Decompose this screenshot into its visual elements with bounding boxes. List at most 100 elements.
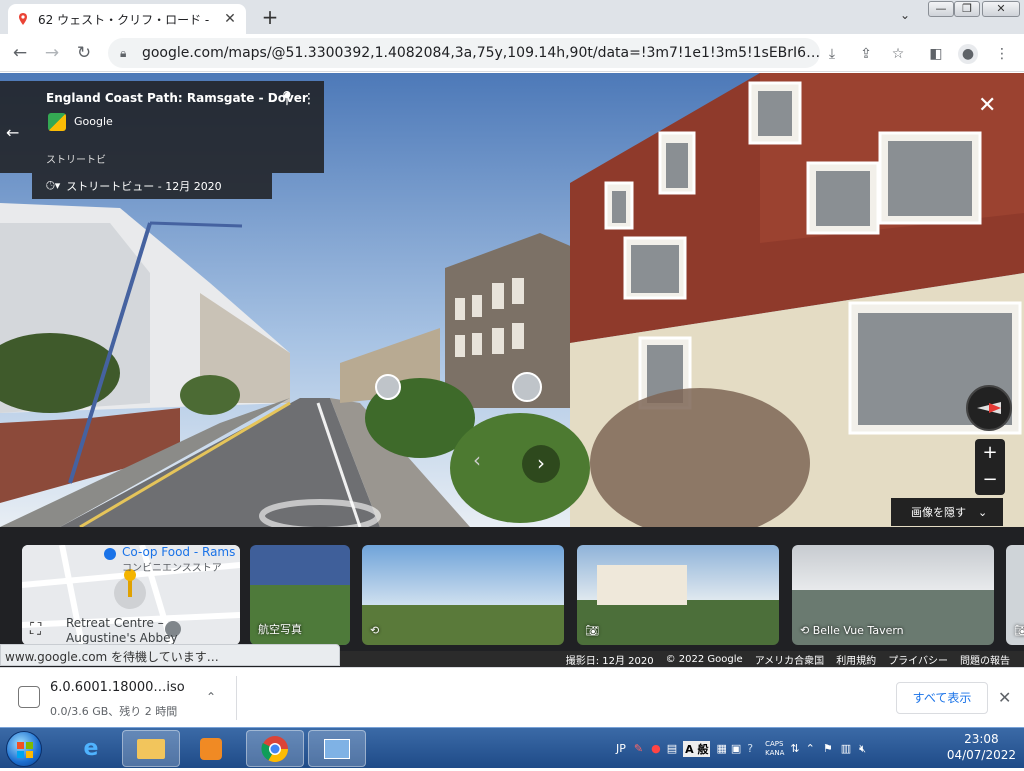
chevron-down-icon: ⌄ (978, 505, 988, 519)
tab-strip: 62 ウェスト・クリフ・ロード - ✕ + ⌄ — ❐ ✕ (0, 0, 1024, 34)
forward-arrow-icon[interactable]: → (40, 41, 64, 65)
photo-thumbnail-belle-vue[interactable]: ⟲ Belle Vue Tavern (792, 545, 994, 645)
google-logo-icon (48, 113, 66, 131)
close-streetview-icon[interactable]: ✕ (978, 93, 996, 118)
action-center-flag-icon[interactable]: ⚑ (823, 742, 833, 755)
chevron-up-icon[interactable]: ⌃ (206, 690, 216, 704)
network-icon[interactable]: ▥ (841, 742, 851, 755)
camera-icon: 📷︎ (1014, 624, 1024, 637)
map-place-coop: Co-op Food - Rams (122, 545, 236, 559)
provider-label: Google (74, 115, 113, 128)
download-filename[interactable]: 6.0.6001.18000…iso (50, 680, 185, 695)
hide-images-label: 画像を隠す (911, 506, 966, 519)
status-bubble: www.google.com を待機しています… (0, 644, 340, 666)
show-all-button[interactable]: すべて表示 (896, 682, 988, 714)
internet-explorer-icon[interactable]: e (62, 730, 120, 767)
ime-dictionary-icon[interactable]: ▦ (716, 742, 726, 755)
divider (236, 676, 237, 720)
footer-terms-link[interactable]: 利用規約 (836, 652, 876, 667)
photo-thumbnail-next[interactable]: 📷︎ (1006, 545, 1024, 645)
install-icon[interactable]: ⤓ (822, 44, 842, 64)
history-clock-icon: 🕒︎▾ (46, 179, 61, 192)
belle-vue-caption: ⟲ Belle Vue Tavern (800, 624, 904, 637)
ime-pad-icon[interactable]: ● (651, 742, 661, 755)
caps-label: CAPS (765, 739, 784, 748)
footer-country[interactable]: アメリカ合衆国 (755, 652, 825, 667)
keyboard-options-icon[interactable]: ⇅ (790, 742, 799, 755)
aerial-thumbnail[interactable]: 航空写真 (250, 545, 350, 645)
camera-icon: 📷︎ (585, 624, 599, 637)
lock-icon: 🔒︎ (120, 45, 127, 60)
timeline-selector[interactable]: 🕒︎▾ ストリートビュー - 12月 2020 (32, 173, 272, 199)
photo-thumbnail-1[interactable]: ⟲ (362, 545, 564, 645)
map-place-abbey: Augustine's Abbey (66, 631, 178, 645)
tab-active[interactable]: 62 ウェスト・クリフ・ロード - ✕ (8, 4, 246, 34)
window-close-button[interactable]: ✕ (982, 1, 1020, 17)
new-tab-button[interactable]: + (258, 6, 282, 30)
maps-viewport: ‹ › ← England Coast Path: Ramsgate - Dov… (0, 73, 1024, 667)
start-button[interactable] (6, 731, 42, 767)
tab-title: 62 ウェスト・クリフ・ロード - (38, 12, 210, 27)
profile-avatar-icon[interactable]: ● (958, 44, 978, 64)
map-place-coop-type: コンビニエンスストア (122, 563, 222, 574)
map-pin-icon[interactable]: 📍︎ (278, 91, 296, 107)
side-panel-icon[interactable]: ◧ (926, 44, 946, 64)
zoom-out-button[interactable]: − (975, 467, 1005, 495)
menu-kebab-icon[interactable]: ⋮ (992, 44, 1012, 64)
ime-tool-icon[interactable]: ▤ (667, 742, 677, 755)
streetview-label: ストリートビ (46, 155, 106, 166)
share-icon[interactable]: ⇪ (856, 44, 876, 64)
address-bar[interactable]: 🔒︎ google.com/maps/@51.3300392,1.4082084… (108, 38, 820, 68)
ime-box-icon[interactable]: ▣ (731, 742, 741, 755)
pano-next-arrow-icon[interactable]: › (522, 445, 560, 483)
bookmark-star-icon[interactable]: ☆ (888, 44, 908, 64)
url-text: google.com/maps/@51.3300392,1.4082084,3a… (141, 45, 820, 61)
ime-icon[interactable]: ✎ (634, 742, 643, 755)
compass-icon[interactable] (966, 385, 1012, 431)
tab-search-chevron-icon[interactable]: ⌄ (896, 8, 914, 26)
help-icon[interactable]: ? (747, 742, 753, 755)
maximize-button[interactable]: ❐ (954, 1, 980, 17)
close-icon[interactable]: ✕ (998, 688, 1011, 707)
reload-icon[interactable]: ↻ (72, 41, 96, 65)
tab-close-icon[interactable]: ✕ (222, 11, 238, 27)
chrome-logo-icon (261, 735, 289, 762)
system-clock[interactable]: 23:08 04/07/2022 (947, 731, 1016, 763)
show-hidden-icons-arrow[interactable]: ⌃ (806, 742, 815, 755)
browser-toolbar: ← → ↻ 🔒︎ google.com/maps/@51.3300392,1.4… (0, 34, 1024, 72)
aerial-caption: 航空写真 (258, 623, 302, 636)
windows-logo-icon (17, 742, 33, 758)
panorama-360-icon: ⟲ (800, 624, 813, 637)
back-arrow-icon[interactable]: ← (6, 123, 19, 142)
chrome-icon[interactable] (246, 730, 304, 767)
back-arrow-icon[interactable]: ← (8, 41, 32, 65)
more-options-icon[interactable]: ⋮ (302, 91, 316, 107)
compass-needle-icon (977, 402, 1001, 414)
place-info-panel: ← England Coast Path: Ramsgate - Dover 📍… (0, 81, 324, 173)
minimize-button[interactable]: — (928, 1, 954, 17)
caps-kana-indicator: CAPS KANA (765, 740, 784, 758)
map-thumbnail[interactable]: Co-op Food - Rams コンビニエンスストア Retreat Cen… (22, 545, 240, 645)
media-player-icon[interactable] (182, 730, 240, 767)
language-indicator[interactable]: JP (616, 742, 626, 755)
hide-images-button[interactable]: 画像を隠す ⌄ (891, 498, 1003, 526)
clock-time: 23:08 (964, 732, 999, 746)
map-place-retreat: Retreat Centre – (66, 616, 164, 630)
remote-desktop-icon[interactable] (308, 730, 366, 767)
volume-muted-icon[interactable]: 🔇︎ (859, 742, 866, 756)
belle-vue-label: Belle Vue Tavern (812, 624, 904, 637)
capture-date-label: ストリートビュー - 12月 2020 (66, 180, 222, 193)
footer-privacy-link[interactable]: プライバシー (888, 652, 948, 667)
ime-input-mode[interactable]: A 般 (683, 740, 711, 757)
pano-prev-arrow-icon[interactable]: ‹ (473, 448, 481, 472)
map-footer: 撮影日: 12月 2020 © 2022 Google アメリカ合衆国 利用規約… (340, 651, 1024, 667)
place-title[interactable]: England Coast Path: Ramsgate - Dover (46, 91, 308, 105)
windows-taskbar: e JP ✎ ● ▤ A 般 ▦ ▣ ? CAPS KANA ⇅ ⌃ ⚑ ▥ 🔇… (0, 727, 1024, 768)
ime-mode-label: 般 (697, 742, 709, 756)
expand-map-icon[interactable]: ⛶ (30, 619, 41, 639)
footer-report-link[interactable]: 問題の報告 (960, 652, 1010, 667)
download-shelf: 6.0.6001.18000…iso 0.0/3.6 GB、残り 2 時間 ⌃ … (0, 667, 1024, 727)
file-explorer-icon[interactable] (122, 730, 180, 767)
zoom-in-button[interactable]: + (975, 439, 1005, 467)
photo-thumbnail-2[interactable]: 📷︎ (577, 545, 779, 645)
